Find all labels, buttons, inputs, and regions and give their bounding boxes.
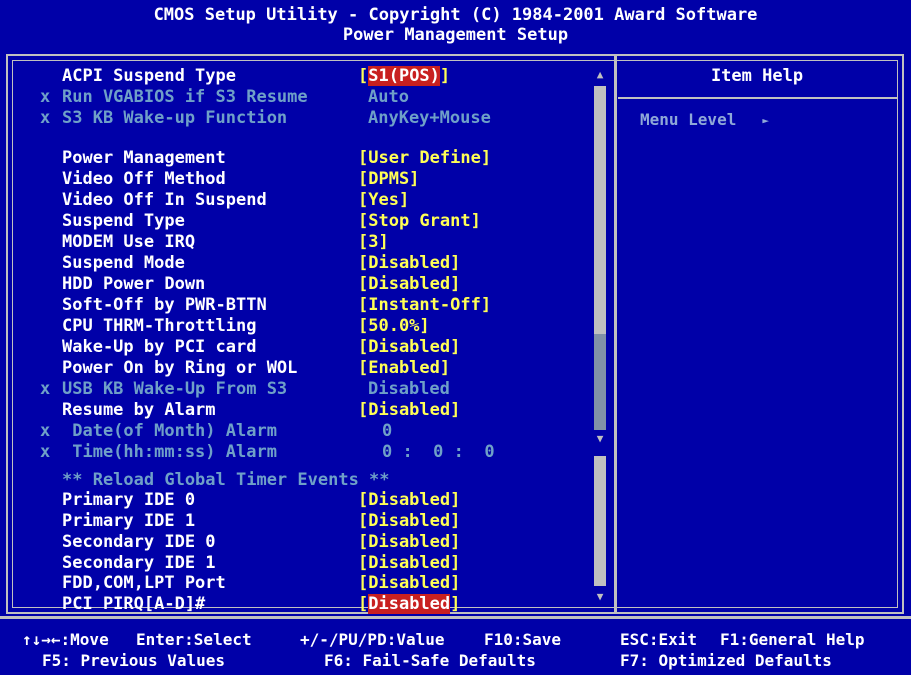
scrollbar-track[interactable] xyxy=(594,334,606,430)
bracket-close: ] xyxy=(450,594,461,614)
setting-video-off-method-value[interactable]: [DPMS] xyxy=(358,169,419,189)
scroll-down-arrow-icon[interactable]: ▼ xyxy=(594,432,606,446)
scroll-up-arrow-icon[interactable]: ▲ xyxy=(594,68,606,82)
setting-primary-ide1-label: Primary IDE 1 xyxy=(62,511,196,531)
setting-power-management-value[interactable]: [User Define] xyxy=(358,148,491,168)
setting-time-alarm-label: Time(hh:mm:ss) Alarm xyxy=(62,442,277,462)
footer-value: +/-/PU/PD:Value xyxy=(300,630,445,649)
setting-soft-off-label: Soft-Off by PWR-BTTN xyxy=(62,295,267,315)
scrollbar-thumb[interactable] xyxy=(594,86,606,334)
scrollbar-thumb-lower[interactable] xyxy=(594,456,606,586)
setting-cpu-thrm-label: CPU THRM-Throttling xyxy=(62,316,257,336)
setting-run-vgabios-label: Run VGABIOS if S3 Resume xyxy=(62,87,308,107)
setting-pci-pirq-label: PCI PIRQ[A-D]# xyxy=(62,594,206,614)
setting-secondary-ide1-label: Secondary IDE 1 xyxy=(62,553,216,573)
selected-value: S1(POS) xyxy=(368,66,440,86)
setting-wakeup-pci-value[interactable]: [Disabled] xyxy=(358,337,460,357)
setting-s3-kb-wakeup-value: AnyKey+Mouse xyxy=(368,108,491,128)
locked-x-mark: x xyxy=(40,421,51,441)
panel-divider xyxy=(614,54,617,614)
setting-secondary-ide1-value[interactable]: [Disabled] xyxy=(358,553,460,573)
footer-separator xyxy=(0,616,911,619)
bracket-open: [ xyxy=(358,594,369,614)
setting-suspend-mode-value[interactable]: [Disabled] xyxy=(358,253,460,273)
setting-date-alarm-label: Date(of Month) Alarm xyxy=(62,421,277,441)
footer-move: ↑↓→←:Move xyxy=(22,630,109,649)
setting-video-off-method-label: Video Off Method xyxy=(62,169,226,189)
setting-hdd-power-down-label: HDD Power Down xyxy=(62,274,206,294)
setting-primary-ide0-label: Primary IDE 0 xyxy=(62,490,196,510)
setting-primary-ide0-value[interactable]: [Disabled] xyxy=(358,490,460,510)
setting-power-management-label: Power Management xyxy=(62,148,226,168)
setting-resume-alarm-value[interactable]: [Disabled] xyxy=(358,400,460,420)
setting-power-on-ring-value[interactable]: [Enabled] xyxy=(358,358,450,378)
setting-wakeup-pci-label: Wake-Up by PCI card xyxy=(62,337,257,357)
setting-secondary-ide0-label: Secondary IDE 0 xyxy=(62,532,216,552)
setting-date-alarm-value: 0 xyxy=(382,421,393,441)
locked-x-mark: x xyxy=(40,442,51,462)
setting-suspend-mode-label: Suspend Mode xyxy=(62,253,185,273)
setting-usb-kb-wakeup-value: Disabled xyxy=(368,379,450,399)
setting-fdd-com-lpt-label: FDD,COM,LPT Port xyxy=(62,573,226,593)
setting-suspend-type-value[interactable]: [Stop Grant] xyxy=(358,211,481,231)
selected-value: Disabled xyxy=(368,594,451,614)
locked-x-mark: x xyxy=(40,379,51,399)
footer-save: F10:Save xyxy=(484,630,562,649)
setting-primary-ide1-value[interactable]: [Disabled] xyxy=(358,511,460,531)
footer-enter: Enter:Select xyxy=(136,630,252,649)
setting-run-vgabios-value: Auto xyxy=(368,87,409,107)
setting-s3-kb-wakeup-label: S3 KB Wake-up Function xyxy=(62,108,288,128)
locked-x-mark: x xyxy=(40,87,51,107)
menu-level-label: Menu Level xyxy=(640,110,737,129)
footer-f6: F6: Fail-Safe Defaults xyxy=(324,651,536,670)
bracket-open: [ xyxy=(358,66,369,86)
bracket-close: ] xyxy=(439,66,451,86)
item-help-title: Item Help xyxy=(710,66,804,86)
setting-pci-pirq-value[interactable]: [Disabled] xyxy=(358,594,460,614)
setting-hdd-power-down-value[interactable]: [Disabled] xyxy=(358,274,460,294)
setting-usb-kb-wakeup-label: USB KB Wake-Up From S3 xyxy=(62,379,288,399)
footer-f5: F5: Previous Values xyxy=(42,651,226,670)
setting-video-off-in-suspend-label: Video Off In Suspend xyxy=(62,190,267,210)
locked-x-mark: x xyxy=(40,108,51,128)
title-line-2: Power Management Setup xyxy=(342,25,569,45)
setting-modem-use-irq-label: MODEM Use IRQ xyxy=(62,232,196,252)
setting-power-on-ring-label: Power On by Ring or WOL xyxy=(62,358,298,378)
setting-modem-use-irq-value[interactable]: [3] xyxy=(358,232,389,252)
menu-level: Menu Level ► xyxy=(640,110,769,129)
setting-cpu-thrm-value[interactable]: [50.0%] xyxy=(358,316,430,336)
scroll-down-arrow-icon[interactable]: ▼ xyxy=(594,590,606,604)
setting-soft-off-value[interactable]: [Instant-Off] xyxy=(358,295,491,315)
right-arrow-icon: ► xyxy=(762,114,769,127)
help-separator xyxy=(618,97,898,99)
footer-esc: ESC:Exit xyxy=(620,630,698,649)
setting-secondary-ide0-value[interactable]: [Disabled] xyxy=(358,532,460,552)
setting-video-off-in-suspend-value[interactable]: [Yes] xyxy=(358,190,409,210)
setting-resume-alarm-label: Resume by Alarm xyxy=(62,400,216,420)
footer-f7: F7: Optimized Defaults xyxy=(620,651,832,670)
setting-acpi-suspend-type-value[interactable]: [S1(POS)] xyxy=(358,66,450,86)
setting-acpi-suspend-type-label: ACPI Suspend Type xyxy=(62,66,236,86)
setting-suspend-type-label: Suspend Type xyxy=(62,211,185,231)
footer-help: F1:General Help xyxy=(720,630,865,649)
title-bar: CMOS Setup Utility - Copyright (C) 1984-… xyxy=(0,0,911,48)
setting-time-alarm-value: 0 : 0 : 0 xyxy=(382,442,495,462)
reload-timer-events-heading: ** Reload Global Timer Events ** xyxy=(62,470,390,490)
setting-fdd-com-lpt-value[interactable]: [Disabled] xyxy=(358,573,460,593)
title-line-1: CMOS Setup Utility - Copyright (C) 1984-… xyxy=(153,5,758,25)
